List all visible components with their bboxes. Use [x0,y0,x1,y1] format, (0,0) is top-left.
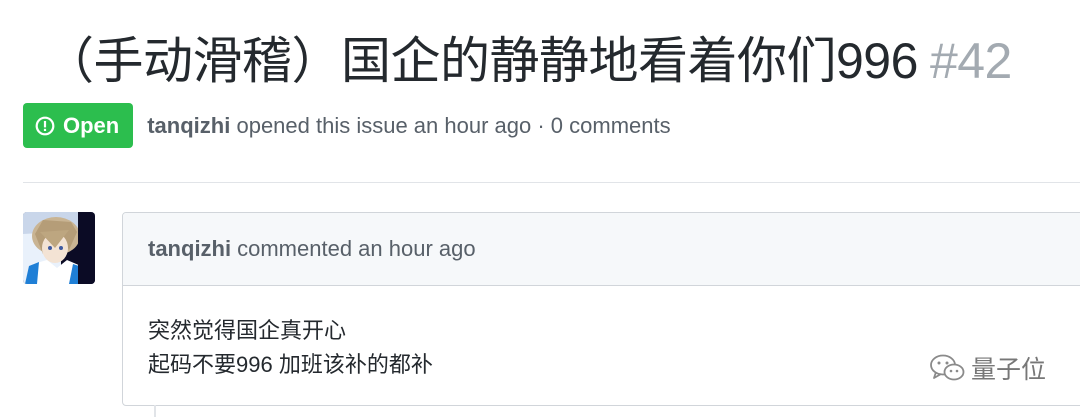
status-badge-label: Open [63,112,120,138]
avatar-image [23,212,95,284]
status-badge: Open [23,103,134,148]
issue-meta: Open tanqizhi opened this issue an hour … [23,103,671,148]
comment-body-line: 突然觉得国企真开心 [148,318,347,343]
watermark: 量子位 [929,350,1046,386]
comment-timestamp: commented an hour ago [237,236,476,261]
issue-number: #42 [929,33,1012,89]
issue-meta-description: opened this issue an hour ago · 0 commen… [236,112,671,138]
issue-opened-icon [35,116,55,135]
issue-title-text: （手动滑稽）国企的静静地看着你们996 [44,33,918,89]
issue-meta-text: tanqizhi opened this issue an hour ago ·… [147,113,670,139]
issue-author-link[interactable]: tanqizhi [147,113,230,138]
header-divider [23,182,1080,183]
comment-header: tanqizhi commented an hour ago [123,213,1080,286]
comment-author-link[interactable]: tanqizhi [148,236,231,262]
issue-page: （手动滑稽）国企的静静地看着你们996 #42 Open tanqizhi ope… [0,0,1080,417]
issue-title: （手动滑稽）国企的静静地看着你们996 #42 [44,28,1012,94]
avatar[interactable] [23,212,95,284]
watermark-text: 量子位 [970,356,1046,384]
wechat-icon [930,354,965,381]
timeline-line [154,405,156,417]
